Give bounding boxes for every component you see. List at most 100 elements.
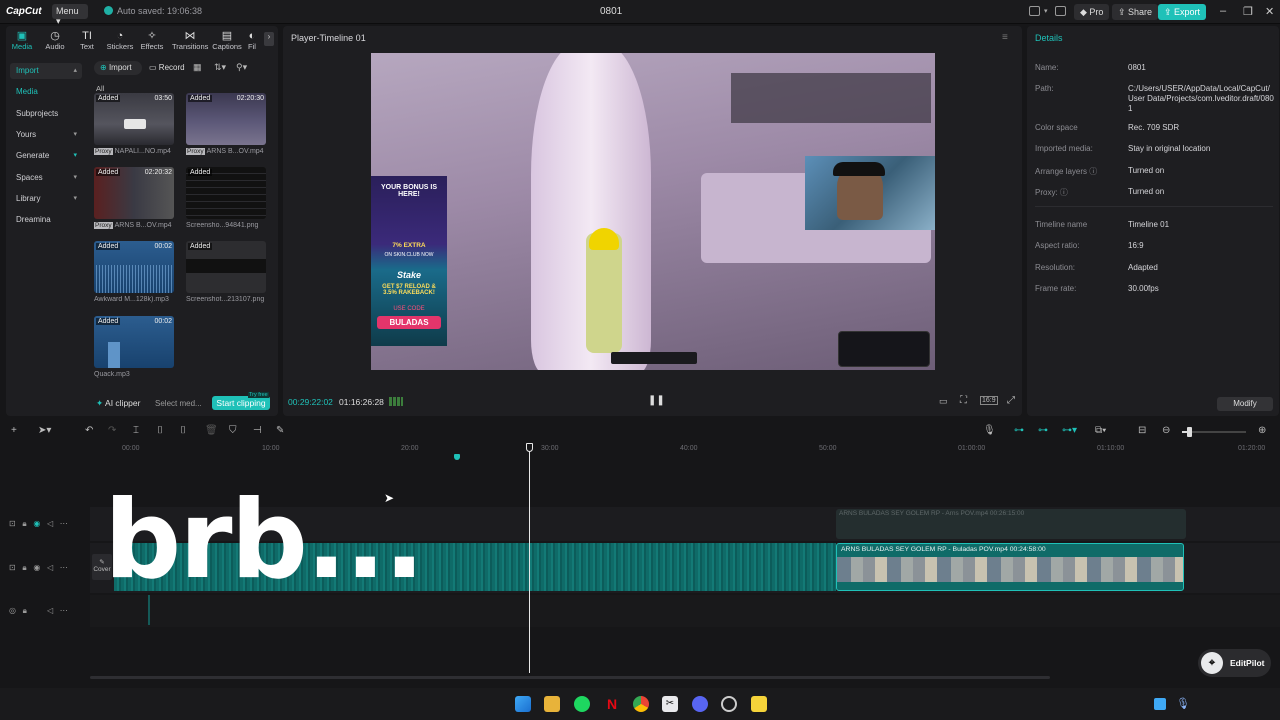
layout-icon[interactable] — [1029, 6, 1040, 16]
tab-stickers[interactable]: ◔ Stickers — [105, 30, 135, 51]
time-ruler[interactable]: 00:00 10:00 20:00 30:00 40:00 50:00 01:0… — [90, 443, 1280, 457]
shield-icon[interactable]: ⛉ — [229, 425, 237, 436]
more-icon[interactable]: ⋯ — [60, 563, 68, 572]
playhead-handle[interactable] — [526, 443, 533, 452]
file-explorer-icon[interactable] — [544, 696, 560, 712]
visibility-icon[interactable]: ◉ — [33, 563, 40, 572]
view-mode-icon[interactable]: ▭ — [939, 396, 948, 407]
media-card[interactable]: Added 00:02 Awkward M...128k).mp3 — [94, 241, 174, 303]
record-button[interactable]: ▭ Record — [149, 63, 185, 72]
split-icon[interactable]: ⌶ — [133, 425, 139, 436]
layout-dropdown-icon[interactable]: ▾ — [1044, 7, 1055, 17]
sort-icon[interactable]: ⇅▾ — [214, 62, 226, 73]
netflix-icon[interactable]: N — [604, 696, 620, 712]
tabs-scroll-right-button[interactable]: › — [264, 32, 274, 46]
media-card[interactable]: Added 02:20:30 Proxy ARNS B...OV.mp4 — [186, 93, 266, 155]
select-tool-icon[interactable]: ➤▾ — [38, 425, 51, 436]
microphone-icon[interactable]: 🎙 — [983, 425, 996, 436]
more-icon[interactable]: ⋯ — [60, 606, 68, 615]
split-left-icon[interactable]: ⌷ — [157, 425, 163, 436]
capcut-icon[interactable]: ✂ — [662, 696, 678, 712]
minimize-icon[interactable]: – — [1220, 5, 1226, 17]
lock-icon[interactable]: 🔒︎ — [22, 563, 26, 572]
fit-timeline-icon[interactable]: ⊟ — [1138, 425, 1146, 436]
playhead[interactable] — [529, 443, 530, 673]
sticky-notes-icon[interactable] — [751, 696, 767, 712]
spotify-icon[interactable] — [574, 696, 590, 712]
tab-media[interactable]: ▣ Media — [7, 30, 37, 51]
volume-icon[interactable]: ◁ — [47, 563, 53, 572]
video-preview[interactable]: YOUR BONUS IS HERE! 7% EXTRA ON SKIN.CLU… — [371, 53, 935, 370]
zoom-slider[interactable] — [1182, 427, 1246, 437]
pause-button[interactable]: ❚❚ — [648, 395, 665, 406]
marker-icon[interactable] — [454, 454, 460, 460]
menu-button[interactable]: Menu ▾ — [52, 4, 88, 26]
preview-axis-icon[interactable]: ⧉▾ — [1095, 425, 1106, 436]
pro-button[interactable]: ◆ Pro — [1074, 4, 1110, 20]
chrome-icon[interactable] — [633, 696, 649, 712]
crop-icon[interactable]: ⊣ — [253, 425, 262, 436]
link-clips-icon[interactable]: ⊶▾ — [1062, 425, 1077, 436]
video-clip[interactable]: ARNS BULADAS SEY GOLEM RP - Buladas POV.… — [836, 543, 1184, 591]
magnet-icon[interactable]: ⊶ — [1038, 425, 1048, 436]
sidebar-item-spaces[interactable]: Spaces ▾ — [10, 170, 82, 186]
lock-icon[interactable]: 🔒︎ — [22, 519, 26, 528]
aspect-ratio-button[interactable]: 16:9 — [980, 396, 998, 405]
export-button[interactable]: ⇪ Export — [1158, 4, 1207, 20]
sidebar-item-yours[interactable]: Yours ▾ — [10, 127, 82, 143]
tab-text[interactable]: TI Text — [72, 30, 102, 51]
player-menu-icon[interactable]: ≡ — [1002, 32, 1008, 43]
maximize-icon[interactable]: ❐ — [1243, 5, 1253, 18]
fit-screen-icon[interactable]: ⛶ — [960, 395, 967, 406]
draw-icon[interactable]: ✎ — [276, 425, 284, 436]
shortcut-icon[interactable] — [1055, 6, 1066, 16]
editpilot-button[interactable]: ⌖ EditPilot — [1198, 649, 1271, 677]
tab-captions[interactable]: ▤ Captions — [212, 30, 242, 51]
share-button[interactable]: ⇪ Share — [1112, 4, 1159, 20]
ai-clipper-button[interactable]: ✦ AI clipper — [96, 398, 140, 409]
redo-icon[interactable]: ↷ — [108, 425, 116, 436]
volume-icon[interactable]: ◁ — [47, 519, 53, 528]
sidebar-item-dreamina[interactable]: Dreamina — [10, 212, 82, 228]
windows-start-icon[interactable] — [515, 696, 531, 712]
start-clipping-button[interactable]: Start clipping — [212, 396, 270, 410]
filter-icon[interactable]: ⚲▾ — [236, 62, 247, 73]
link-main-track-icon[interactable]: ⊶ — [1014, 425, 1024, 436]
add-track-icon[interactable]: + — [11, 425, 17, 436]
zoom-in-icon[interactable]: ⊕ — [1258, 425, 1266, 436]
filter-all-label[interactable]: All — [96, 84, 104, 93]
modify-button[interactable]: Modify — [1217, 397, 1273, 411]
tab-audio[interactable]: ◷ Audio — [40, 30, 70, 51]
more-icon[interactable]: ⋯ — [60, 519, 68, 528]
tab-transitions[interactable]: ⋈ Transitions — [172, 30, 208, 51]
zoom-slider-handle[interactable] — [1187, 427, 1192, 437]
tab-filters[interactable]: ◐ Fil — [244, 30, 260, 51]
media-card[interactable]: Added 00:02 Quack.mp3 — [94, 316, 174, 378]
sidebar-item-media[interactable]: Media — [10, 84, 82, 100]
fullscreen-icon[interactable]: ⤢ — [1007, 395, 1015, 406]
discord-icon[interactable] — [692, 696, 708, 712]
zoom-out-icon[interactable]: ⊖ — [1162, 425, 1170, 436]
sidebar-item-library[interactable]: Library ▾ — [10, 191, 82, 207]
split-right-icon[interactable]: ⌷ — [180, 425, 186, 436]
volume-icon[interactable]: ◁ — [47, 606, 53, 615]
sidebar-item-import[interactable]: Import ▴ — [10, 63, 82, 79]
tray-microphone-icon[interactable]: 🎙 — [1176, 697, 1190, 711]
tab-effects[interactable]: ✧ Effects — [137, 30, 167, 51]
media-card[interactable]: Added 03:50 Proxy NAPALI...NO.mp4 — [94, 93, 174, 155]
undo-icon[interactable]: ↶ — [85, 425, 93, 436]
media-card[interactable]: Added 02:20:32 Proxy ARNS B...OV.mp4 — [94, 167, 174, 229]
ghost-clip[interactable]: ARNS BULADAS SEY GOLEM RP - Arns POV.mp4… — [836, 509, 1186, 539]
sidebar-item-generate[interactable]: Generate ▾ — [10, 148, 82, 164]
media-card[interactable]: Added Screensho...94841.png — [186, 167, 266, 229]
import-button[interactable]: ⊕ Import — [94, 61, 142, 75]
sidebar-item-subprojects[interactable]: Subprojects — [10, 106, 82, 122]
media-card[interactable]: Added Screenshot...213107.png — [186, 241, 266, 303]
grid-view-icon[interactable]: ▦ — [193, 62, 202, 73]
timeline-scrollbar[interactable] — [90, 676, 1050, 679]
tray-app-icon[interactable] — [1154, 698, 1166, 710]
obs-icon[interactable] — [721, 696, 737, 712]
delete-icon[interactable]: 🗑 — [205, 425, 218, 436]
lock-icon[interactable]: 🔒︎ — [23, 606, 27, 615]
close-icon[interactable]: ✕ — [1265, 5, 1274, 18]
